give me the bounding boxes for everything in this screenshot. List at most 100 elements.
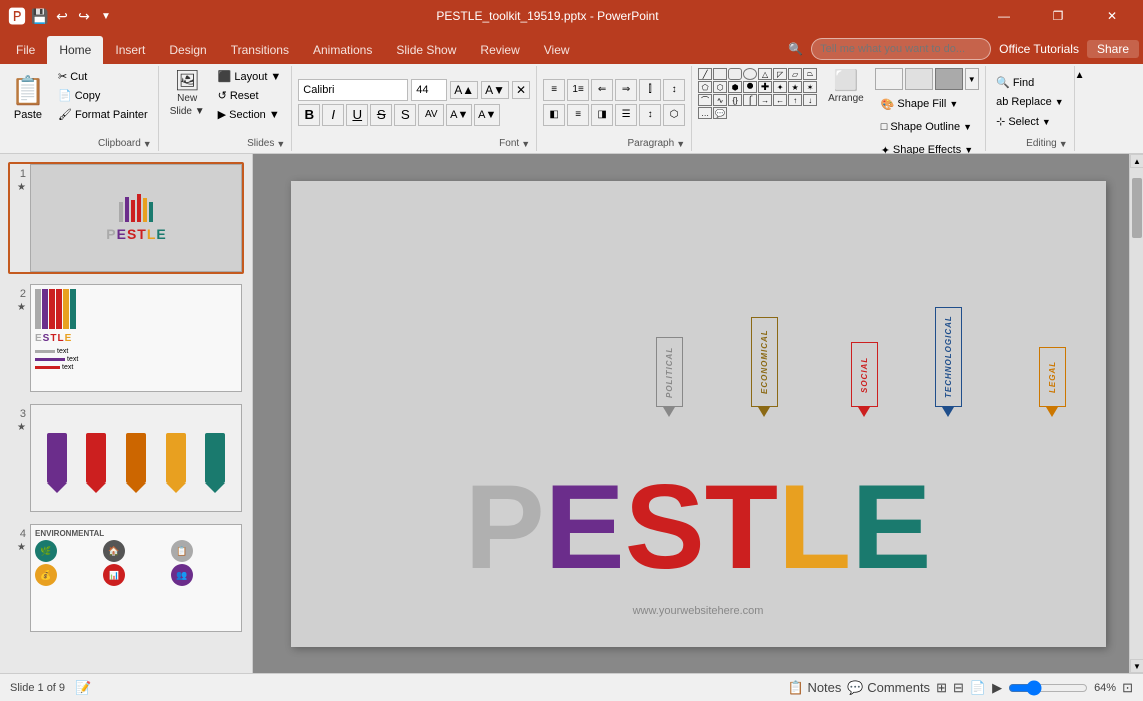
align-center-button[interactable]: ≡ [567,104,589,126]
increase-font-button[interactable]: A▲ [450,81,478,99]
shape-trapezoid[interactable]: ⏢ [803,68,817,80]
outline-view-button[interactable]: ⊟ [953,680,964,696]
shape-hexagon[interactable]: ⬡ [713,81,727,93]
slide-preview-1[interactable]: P E S T L E [30,164,242,272]
shape-triangle[interactable]: △ [758,68,772,80]
tab-insert[interactable]: Insert [103,36,157,64]
shape-down-arrow[interactable]: ↓ [803,94,817,106]
notes-button[interactable]: 📋 Notes [788,680,842,696]
slide-thumb-2[interactable]: 2 ★ E S T [8,282,244,394]
font-name-input[interactable] [298,79,408,101]
layout-button[interactable]: ⬛Layout▼ [214,68,286,85]
tab-review[interactable]: Review [468,36,531,64]
customize-icon[interactable]: ▼ [98,8,114,24]
shape-brace[interactable]: ⎧ [743,94,757,106]
select-button[interactable]: ⊹Select▼ [992,113,1055,130]
shape-plus[interactable]: ✚ [758,81,772,93]
save-icon[interactable]: 💾 [32,8,48,24]
align-left-button[interactable]: ◧ [543,104,565,126]
slide-canvas[interactable]: POLITICAL ECONOMICAL SOCIAL TECHNOLOGICA… [291,181,1106,647]
italic-button[interactable]: I [322,104,344,126]
vertical-scrollbar[interactable]: ▲ ▼ [1129,154,1143,673]
style-swatch-3[interactable] [935,68,963,90]
slide-preview-4[interactable]: ENVIRONMENTAL 🌿 🏠 📋 💰 📊 👥 [30,524,242,632]
redo-icon[interactable]: ↪ [76,8,92,24]
undo-icon[interactable]: ↩ [54,8,70,24]
scroll-down-button[interactable]: ▼ [1130,659,1143,673]
shape-arrow[interactable]: → [758,94,772,106]
section-button[interactable]: ▶Section▼ [214,106,286,123]
decrease-indent-button[interactable]: ⇐ [591,79,613,101]
tab-slideshow[interactable]: Slide Show [384,36,468,64]
underline-button[interactable]: U [346,104,368,126]
scroll-thumb[interactable] [1132,178,1142,238]
tell-me-input[interactable] [811,38,991,60]
columns-button[interactable]: ⫿ [639,79,661,101]
close-button[interactable]: ✕ [1089,0,1135,32]
slide-preview-3[interactable] [30,404,242,512]
shape-parallelogram[interactable]: ▱ [788,68,802,80]
line-spacing-button[interactable]: ↕ [639,104,661,126]
spacing-button[interactable]: AV [418,104,444,126]
tab-file[interactable]: File [4,36,47,64]
font-size-input[interactable] [411,79,447,101]
shape-star5[interactable]: ★ [788,81,802,93]
scroll-up-button[interactable]: ▲ [1130,154,1143,168]
shape-octagon[interactable]: ⯃ [743,81,757,93]
style-swatch-1[interactable] [875,68,903,90]
copy-button[interactable]: 📄Copy [54,87,152,104]
reset-button[interactable]: ↺Reset [214,87,286,104]
shape-line[interactable]: ╱ [698,68,712,80]
find-button[interactable]: 🔍Find [992,74,1038,91]
cut-button[interactable]: ✂Cut [54,68,152,85]
shape-fill-button[interactable]: 🎨Shape Fill▼ [875,93,965,115]
fit-page-button[interactable]: ⊡ [1122,680,1133,696]
style-swatch-2[interactable] [905,68,933,90]
slide-thumb-3[interactable]: 3 ★ [8,402,244,514]
paste-button[interactable]: 📋 Paste [6,68,50,126]
replace-button[interactable]: abReplace▼ [992,94,1068,110]
tab-animations[interactable]: Animations [301,36,384,64]
tab-view[interactable]: View [532,36,582,64]
shape-bracket[interactable]: {} [728,94,742,106]
highlight-button[interactable]: A▼ [474,104,500,126]
shape-rtriangle[interactable]: ◸ [773,68,787,80]
comments-button[interactable]: 💬 Comments [847,680,930,696]
shape-star6[interactable]: ✶ [803,81,817,93]
normal-view-button[interactable]: ⊞ [936,680,947,696]
shape-ellipse[interactable] [743,68,757,80]
increase-indent-button[interactable]: ⇒ [615,79,637,101]
justify-button[interactable]: ☰ [615,104,637,126]
restore-button[interactable]: ❐ [1035,0,1081,32]
slide-thumb-1[interactable]: 1 ★ P E S [8,162,244,274]
bullets-button[interactable]: ≡ [543,79,565,101]
zoom-slider[interactable] [1008,680,1088,696]
tab-home[interactable]: Home [47,36,103,64]
arrange-button[interactable]: ⬜ Arrange [823,68,869,107]
slideshow-view-button[interactable]: ▶ [992,680,1002,696]
numbering-button[interactable]: 1≡ [567,79,589,101]
slide-preview-2[interactable]: E S T L E text text text [30,284,242,392]
share-button[interactable]: Share [1087,40,1139,58]
shape-heptagon[interactable]: ⬢ [728,81,742,93]
slide-thumb-4[interactable]: 4 ★ ENVIRONMENTAL 🌿 🏠 📋 💰 📊 👥 [8,522,244,634]
collapse-ribbon-button[interactable]: ▲ [1075,66,1093,151]
shape-more[interactable]: … [698,107,712,119]
format-painter-button[interactable]: 🖌Format Painter [54,106,152,123]
shape-callout[interactable]: 💬 [713,107,727,119]
tab-design[interactable]: Design [157,36,218,64]
shape-star4[interactable]: ✦ [773,81,787,93]
bold-button[interactable]: B [298,104,320,126]
shape-outline-button[interactable]: □Shape Outline▼ [875,116,978,138]
new-slide-button[interactable]: 🖼 New Slide ▼ [165,68,210,120]
smartart-button[interactable]: ⬡ [663,104,685,126]
shape-left-arrow[interactable]: ← [773,94,787,106]
clear-format-button[interactable]: ✕ [512,81,530,99]
strikethrough-button[interactable]: S [370,104,392,126]
decrease-font-button[interactable]: A▼ [481,81,509,99]
shape-rect[interactable] [713,68,727,80]
shape-up-arrow[interactable]: ↑ [788,94,802,106]
shadow-button[interactable]: S [394,104,416,126]
slide-notes-icon[interactable]: 📝 [75,680,91,696]
align-right-button[interactable]: ◨ [591,104,613,126]
